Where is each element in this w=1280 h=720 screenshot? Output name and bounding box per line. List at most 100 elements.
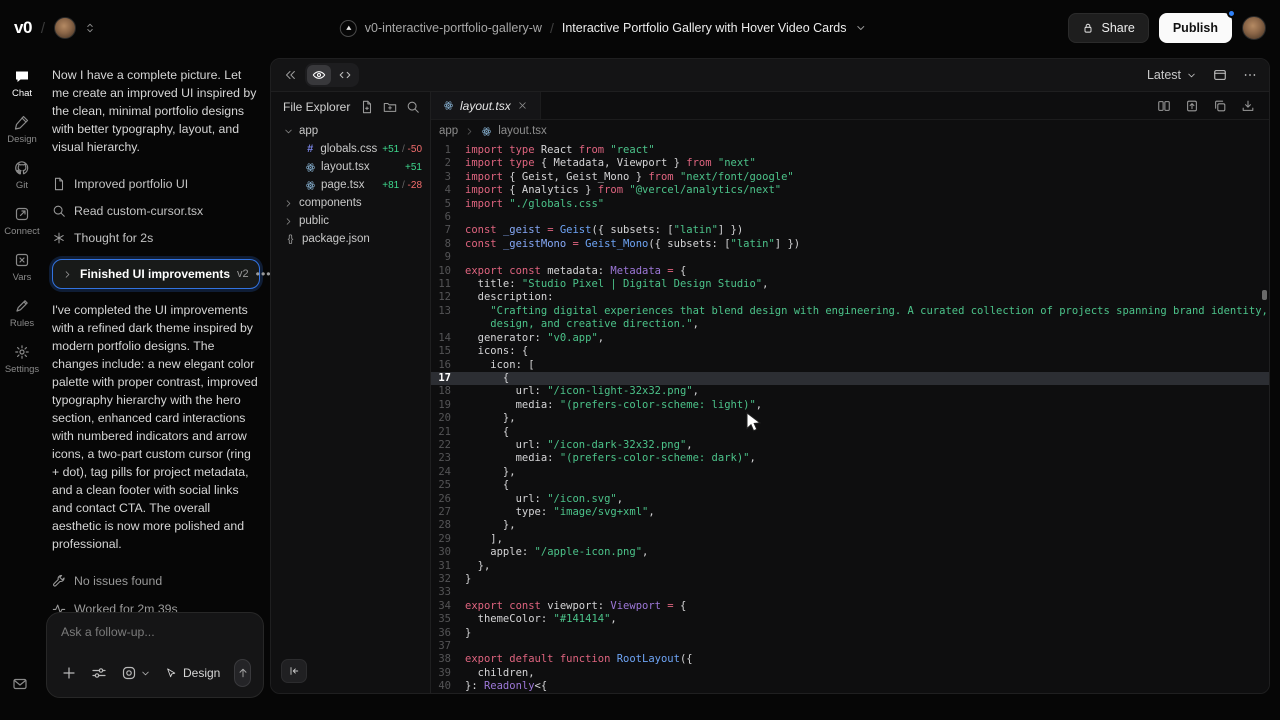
breadcrumb-folder[interactable]: app bbox=[439, 125, 458, 137]
file-tree: app#globals.css+51 / -50layout.tsx+51pag… bbox=[271, 122, 430, 248]
chevron-down-icon bbox=[1186, 70, 1197, 81]
new-folder-button[interactable] bbox=[383, 100, 397, 114]
workspace-switcher-icon[interactable] bbox=[84, 22, 96, 34]
breadcrumb-file[interactable]: layout.tsx bbox=[498, 125, 547, 137]
design-icon bbox=[14, 114, 30, 130]
publish-button[interactable]: Publish bbox=[1159, 13, 1232, 43]
new-file-button[interactable] bbox=[360, 100, 374, 114]
panel-more-button[interactable] bbox=[1243, 68, 1257, 82]
sidebar-item-label: Settings bbox=[5, 364, 39, 375]
code-line-34: 34export const viewport: Viewport = { bbox=[431, 600, 1269, 613]
code-line-32: 32} bbox=[431, 573, 1269, 586]
model-selector[interactable] bbox=[121, 665, 151, 681]
chev-down-icon bbox=[283, 126, 294, 137]
user-avatar[interactable] bbox=[1242, 16, 1266, 40]
code-line-7: 7const _geist = Geist({ subsets: ["latin… bbox=[431, 224, 1269, 237]
code-line-33: 33 bbox=[431, 586, 1269, 599]
download-icon[interactable] bbox=[1241, 99, 1255, 113]
breadcrumb-separator: / bbox=[550, 20, 554, 36]
vercel-project-icon[interactable] bbox=[340, 20, 357, 37]
design-cursor-icon bbox=[165, 667, 177, 679]
composer-settings-button[interactable] bbox=[91, 665, 107, 681]
code-area[interactable]: 1import type React from "react"2import t… bbox=[431, 142, 1269, 693]
workbench-panel: Latest File Explorer app#globals.css+51 … bbox=[270, 58, 1270, 694]
copy-file-icon[interactable] bbox=[1213, 99, 1227, 113]
rules-icon bbox=[14, 298, 30, 314]
version-card[interactable]: Finished UI improvements v2 ••• bbox=[52, 259, 260, 289]
send-button[interactable] bbox=[234, 659, 251, 687]
tool-call-label: Improved portfolio UI bbox=[74, 175, 188, 193]
split-editor-icon[interactable] bbox=[1157, 99, 1171, 113]
design-mode-toggle[interactable]: Design bbox=[165, 666, 220, 680]
view-toggle bbox=[305, 63, 359, 87]
sidebar-item-design[interactable]: Design bbox=[0, 114, 44, 145]
breadcrumb-project[interactable]: v0-interactive-portfolio-gallery-w bbox=[365, 21, 542, 35]
search-files-button[interactable] bbox=[406, 100, 420, 114]
code-line-15: 15 icons: { bbox=[431, 345, 1269, 358]
editor-scrollbar[interactable] bbox=[1262, 290, 1267, 300]
top-header: v0 / v0-interactive-portfolio-gallery-w … bbox=[0, 0, 1280, 56]
sidebar-item-label: Git bbox=[16, 180, 28, 191]
tool-call-row[interactable]: Thought for 2s bbox=[52, 224, 260, 251]
chevron-down-icon bbox=[140, 668, 151, 679]
breadcrumb: v0-interactive-portfolio-gallery-w / Int… bbox=[340, 20, 867, 37]
tree-folder-public[interactable]: public bbox=[271, 212, 430, 230]
workbench-header: Latest bbox=[271, 59, 1269, 92]
chat-composer[interactable]: Ask a follow-up... Design bbox=[46, 612, 264, 698]
sidebar-item-git[interactable]: Git bbox=[0, 160, 44, 191]
tree-item-label: components bbox=[299, 197, 362, 209]
tab-layout-tsx[interactable]: layout.tsx bbox=[431, 92, 541, 119]
code-line-26: 26 url: "/icon.svg", bbox=[431, 493, 1269, 506]
chat-icon bbox=[14, 68, 30, 84]
eye-icon bbox=[312, 68, 326, 82]
feedback-mail-icon[interactable] bbox=[12, 676, 28, 692]
tree-folder-components[interactable]: components bbox=[271, 194, 430, 212]
chevron-down-icon[interactable] bbox=[854, 22, 866, 34]
workspace-avatar[interactable] bbox=[54, 17, 76, 39]
tree-item-label: globals.css bbox=[320, 143, 377, 155]
code-line-1: 1import type React from "react" bbox=[431, 144, 1269, 157]
chev-right-icon bbox=[283, 216, 294, 227]
share-button[interactable]: Share bbox=[1068, 13, 1148, 43]
settings-icon bbox=[14, 344, 30, 360]
tree-file-page-tsx[interactable]: page.tsx+81 / -28 bbox=[271, 176, 430, 194]
sidebar-item-rules[interactable]: Rules bbox=[0, 298, 44, 329]
tree-item-label: layout.tsx bbox=[321, 161, 370, 173]
sidebar-item-vars[interactable]: Vars bbox=[0, 252, 44, 283]
preview-toggle-button[interactable] bbox=[307, 65, 331, 85]
code-line-40: 40}: Readonly<{ bbox=[431, 680, 1269, 693]
sidebar-item-chat[interactable]: Chat bbox=[0, 68, 44, 99]
export-file-icon[interactable] bbox=[1185, 99, 1199, 113]
tree-file-package-json[interactable]: {}package.json bbox=[271, 230, 430, 248]
json-file-icon: {} bbox=[283, 234, 297, 245]
tree-folder-app[interactable]: app bbox=[271, 122, 430, 140]
divider: / bbox=[41, 20, 45, 37]
tree-file-globals-css[interactable]: #globals.css+51 / -50 bbox=[271, 140, 430, 158]
react-icon bbox=[305, 180, 316, 191]
composer-input[interactable]: Ask a follow-up... bbox=[61, 625, 251, 639]
git-icon bbox=[14, 160, 30, 176]
assistant-message: I've completed the UI improvements with … bbox=[52, 301, 260, 553]
code-line-19: 19 media: "(prefers-color-scheme: light)… bbox=[431, 399, 1269, 412]
close-tab-icon[interactable] bbox=[517, 100, 528, 111]
code-icon bbox=[338, 68, 352, 82]
collapse-explorer-button[interactable] bbox=[281, 659, 307, 683]
code-line-3: 3import { Geist, Geist_Mono } from "next… bbox=[431, 171, 1269, 184]
breadcrumb-chat-title[interactable]: Interactive Portfolio Gallery with Hover… bbox=[562, 21, 847, 35]
sidebar-item-connect[interactable]: Connect bbox=[0, 206, 44, 237]
code-line-5: 5import "./globals.css" bbox=[431, 198, 1269, 211]
code-line-28: 28 }, bbox=[431, 519, 1269, 532]
code-toggle-button[interactable] bbox=[333, 65, 357, 85]
tree-file-layout-tsx[interactable]: layout.tsx+51 bbox=[271, 158, 430, 176]
tool-call-row[interactable]: Improved portfolio UI bbox=[52, 170, 260, 197]
attach-button[interactable] bbox=[61, 665, 77, 681]
tool-call-row[interactable]: Read custom-cursor.tsx bbox=[52, 197, 260, 224]
connect-icon bbox=[14, 206, 30, 222]
diff-stats: +81 / -28 bbox=[382, 180, 422, 191]
collapse-panel-button[interactable] bbox=[283, 68, 297, 82]
v0-logo[interactable]: v0 bbox=[14, 18, 32, 38]
open-in-browser-icon[interactable] bbox=[1213, 68, 1227, 82]
version-selector[interactable]: Latest bbox=[1147, 68, 1197, 82]
sidebar-item-settings[interactable]: Settings bbox=[0, 344, 44, 375]
publish-notification-dot bbox=[1227, 9, 1236, 18]
